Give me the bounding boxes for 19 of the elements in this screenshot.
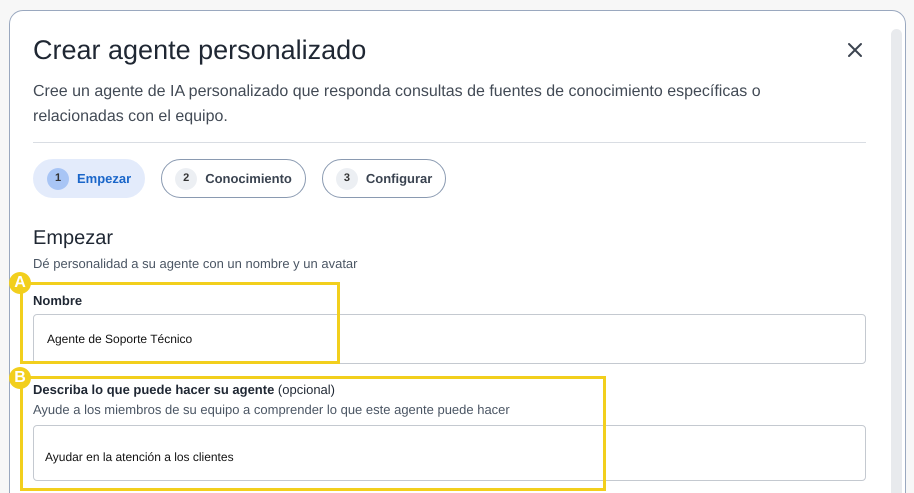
step-number: 3 bbox=[336, 168, 358, 190]
field-label: Nombre bbox=[33, 292, 84, 310]
name-field[interactable]: Agente de Soporte Técnico bbox=[33, 314, 866, 364]
step-label: Conocimiento bbox=[205, 170, 292, 188]
step-label: Configurar bbox=[366, 170, 432, 188]
step-number: 1 bbox=[47, 168, 69, 190]
dialog-title: Crear agente personalizado bbox=[33, 34, 366, 67]
step-tab[interactable]: 2 Conocimiento bbox=[161, 159, 306, 198]
step-tab[interactable]: 1 Empezar bbox=[33, 159, 146, 198]
dialog-description: Cree un agente de IA personalizado que responda consultas de fuentes de conocimiento específicas o relacionadas con el equipo. bbox=[33, 82, 762, 127]
step-tab[interactable]: 3 Configurar bbox=[322, 159, 446, 198]
section-heading: Empezar bbox=[33, 226, 114, 251]
section-subtitle: Dé personalidad a su agente con un nombre y un avatar bbox=[33, 255, 358, 273]
description-field[interactable]: Ayudar en la atención a los clientes bbox=[33, 425, 866, 481]
step-number: 2 bbox=[175, 168, 198, 190]
field-help-text: Ayude a los miembros de su equipo a comprender lo que este agente puede hacer bbox=[33, 401, 511, 419]
close-icon bbox=[847, 42, 863, 58]
field-label: Describa lo que puede hacer su agente (opcional) bbox=[33, 381, 336, 399]
step-label: Empezar bbox=[77, 170, 132, 188]
